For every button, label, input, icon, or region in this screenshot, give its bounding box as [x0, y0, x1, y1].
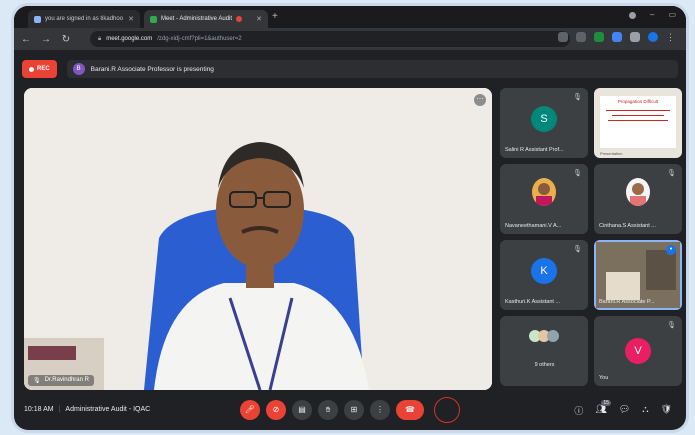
meet-favicon-icon — [150, 15, 157, 23]
leave-call-button[interactable]: ☎︎ — [396, 400, 424, 420]
captions-button[interactable]: ▤ — [292, 400, 312, 420]
url-host: meet.google.com — [106, 36, 153, 42]
profile-avatar-icon[interactable] — [648, 32, 658, 42]
back-icon[interactable]: ← — [18, 34, 34, 45]
others-avatars — [529, 330, 559, 342]
lock-icon: 🔒︎ — [98, 35, 102, 42]
close-tab-icon[interactable]: ✕ — [256, 15, 262, 23]
recording-badge[interactable]: REC — [22, 60, 57, 78]
recording-dot-icon — [236, 16, 243, 22]
tab-favicon-icon — [34, 15, 41, 23]
window-controls: – ▭ — [628, 10, 676, 19]
extension-icon[interactable] — [612, 32, 622, 42]
camera-off-button[interactable]: ⊘ — [266, 400, 286, 420]
bookmark-star-icon[interactable] — [576, 32, 586, 42]
separator: | — [58, 406, 61, 413]
mic-off-icon: 🎙︎ — [667, 322, 676, 329]
menu-dots-icon[interactable]: ⋮ — [666, 32, 676, 42]
presenter-avatar: B — [72, 63, 85, 75]
chat-icon[interactable]: 💬︎ — [619, 404, 630, 417]
url-path: /zdg-xidj-cmf?pli=1&authuser=2 — [157, 36, 242, 42]
participant-avatar: K — [531, 258, 557, 284]
maximize-icon[interactable]: ▭ — [668, 10, 676, 19]
participant-avatar: S — [531, 106, 557, 132]
address-bar[interactable]: 🔒︎ meet.google.com /zdg-xidj-cmf?pli=1&a… — [90, 31, 570, 47]
participant-name: Kasthuri.K Assistant ... — [505, 299, 561, 305]
presenting-text: Barani.R Associate Professor is presenti… — [90, 65, 214, 73]
self-name: You — [599, 375, 609, 381]
mic-off-icon: 🎙︎ — [573, 94, 582, 101]
participant-name: Cinthana.S Assistant ... — [599, 223, 656, 229]
speaking-indicator-icon: • — [666, 245, 676, 255]
minimize-icon[interactable]: – — [650, 10, 654, 19]
slide-title: Propagation Difficult — [617, 99, 659, 104]
browser-tab-strip: you are signed in as tikadhoo ✕ Meet - A… — [14, 6, 686, 28]
close-tab-icon[interactable]: ✕ — [128, 15, 134, 23]
speaker-image — [24, 88, 492, 390]
slide-thumbnail: Propagation Difficult — [600, 96, 676, 148]
main-speaker-video[interactable]: ⋯ 🎙︎ Dr.Ravindhran R — [24, 88, 492, 390]
reload-icon[interactable]: ↻ — [58, 34, 74, 45]
speaker-name-label: 🎙︎ Dr.Ravindhran R — [28, 375, 94, 386]
meet-window: you are signed in as tikadhoo ✕ Meet - A… — [14, 6, 686, 430]
present-button[interactable]: ⊞ — [344, 400, 364, 420]
participant-tile[interactable]: 🎙︎ Cinthana.S Assistant ... — [594, 164, 682, 234]
side-controls: ⓘ 👥︎ 15 💬︎ ⛬ 🛡︎ — [574, 400, 672, 417]
speaker-name: Dr.Ravindhran R — [44, 377, 89, 383]
participant-photo — [532, 178, 556, 206]
others-count: 9 others — [534, 362, 555, 368]
presentation-tile[interactable]: Propagation Difficult Presentation — [594, 88, 682, 158]
browser-tab-meet[interactable]: Meet - Administrative Audit ✕ — [144, 10, 268, 28]
puzzle-icon[interactable] — [630, 32, 640, 42]
participant-photo — [626, 178, 650, 206]
people-icon[interactable]: 👥︎ 15 — [595, 400, 611, 417]
meeting-time: 10:18 AM — [24, 406, 54, 413]
camera-indicator-icon[interactable] — [558, 32, 568, 42]
participant-tile[interactable]: 🎙︎ Navaneethamani.V A... — [500, 164, 588, 234]
presenting-notice: B Barani.R Associate Professor is presen… — [66, 60, 678, 78]
browser-toolbar: ← → ↻ 🔒︎ meet.google.com /zdg-xidj-cmf?p… — [14, 28, 686, 50]
participant-tile[interactable]: 🎙︎ K Kasthuri.K Assistant ... — [500, 240, 588, 310]
participant-tile[interactable]: 🎙︎ S Salini R Assistant Prof... — [500, 88, 588, 158]
self-avatar: V — [625, 338, 651, 364]
participant-name: Salini R Assistant Prof... — [505, 147, 564, 153]
pin-icon[interactable]: ⋯ — [474, 94, 486, 106]
mic-off-icon: 🎙︎ — [667, 170, 676, 177]
people-count-badge: 15 — [601, 400, 611, 406]
recording-label: REC — [37, 66, 50, 72]
more-options-button[interactable]: ⋮ — [370, 400, 390, 420]
record-dot-icon — [29, 66, 34, 72]
participant-name: Navaneethamani.V A... — [505, 223, 562, 229]
participant-tile-active[interactable]: • Barani.R Associate P... — [594, 240, 682, 310]
mic-off-button[interactable]: 🎤︎ — [240, 400, 260, 420]
info-icon[interactable]: ⓘ — [574, 404, 583, 417]
call-controls: 🎤︎ ⊘ ▤ ✋︎ ⊞ ⋮ ☎︎ — [240, 400, 424, 420]
self-tile[interactable]: 🎙︎ V You — [594, 316, 682, 386]
tab-title: you are signed in as tikadhoo — [45, 16, 124, 22]
mic-off-icon: 🎙︎ — [573, 170, 582, 177]
tab-title: Meet - Administrative Audit — [161, 16, 233, 22]
mic-icon: 🎙︎ — [33, 378, 41, 384]
annotation-circle — [434, 397, 460, 423]
meeting-info: 10:18 AM | Administrative Audit - IQAC — [24, 406, 150, 413]
browser-tab-signed-in[interactable]: you are signed in as tikadhoo ✕ — [28, 10, 140, 28]
presentation-banner: REC B Barani.R Associate Professor is pr… — [22, 58, 678, 80]
profile-indicator-icon[interactable] — [628, 12, 636, 19]
activities-icon[interactable]: ⛬ — [642, 404, 648, 417]
meeting-name: Administrative Audit - IQAC — [65, 406, 151, 413]
extensions-area: ⋮ — [558, 32, 676, 42]
slide-caption: Presentation — [600, 151, 623, 156]
meeting-controls-bar: 10:18 AM | Administrative Audit - IQAC 🎤… — [14, 394, 686, 430]
host-controls-icon[interactable]: 🛡︎ — [661, 404, 672, 417]
forward-icon[interactable]: → — [38, 34, 54, 45]
new-tab-icon[interactable]: + — [272, 11, 278, 22]
extension-icon[interactable] — [594, 32, 604, 42]
participant-name: Barani.R Associate P... — [599, 299, 655, 305]
mic-off-icon: 🎙︎ — [573, 246, 582, 253]
raise-hand-button[interactable]: ✋︎ — [318, 400, 338, 420]
others-tile[interactable]: 9 others — [500, 316, 588, 386]
